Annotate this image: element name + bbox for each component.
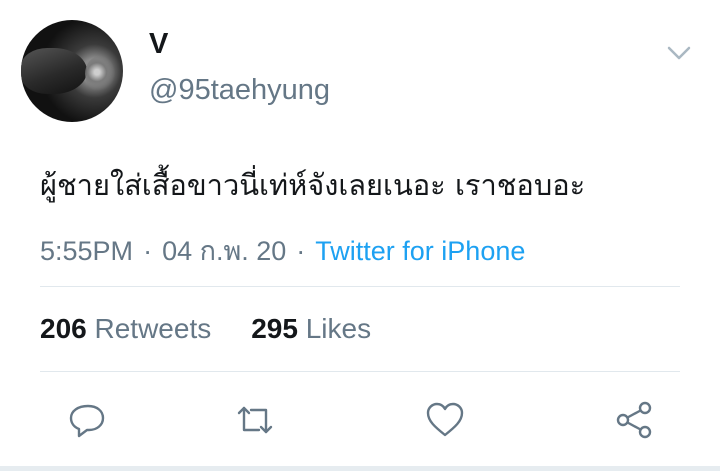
likes-stat[interactable]: 295 Likes	[251, 313, 371, 345]
likes-count: 295	[251, 313, 298, 344]
retweets-count: 206	[40, 313, 87, 344]
likes-label: Likes	[305, 313, 372, 344]
retweet-icon[interactable]	[235, 400, 275, 440]
tweet-stats: 206 Retweets 295 Likes	[40, 313, 411, 345]
tweet-time: 5:55PM	[40, 236, 134, 266]
user-handle[interactable]: @95taehyung	[149, 74, 330, 107]
share-icon[interactable]	[614, 400, 654, 440]
tweet-source-link[interactable]: Twitter for iPhone	[315, 236, 525, 266]
tweet-date: 04 ก.พ. 20	[162, 236, 287, 266]
reply-icon[interactable]	[67, 400, 107, 440]
divider	[40, 371, 680, 372]
retweets-stat[interactable]: 206 Retweets	[40, 313, 211, 345]
chevron-down-icon[interactable]	[664, 38, 694, 68]
meta-separator: ·	[143, 236, 153, 266]
user-display-name[interactable]: V	[149, 28, 168, 61]
tweet-meta: 5:55PM · 04 ก.พ. 20 · Twitter for iPhone	[40, 229, 525, 272]
tweet-text: ผู้ชายใส่เสื้อขาวนี่เท่ห์จังเลยเนอะ เราช…	[40, 168, 586, 202]
avatar-shade	[21, 48, 87, 94]
meta-separator: ·	[296, 236, 306, 266]
avatar-highlight	[85, 56, 115, 92]
retweets-label: Retweets	[94, 313, 212, 344]
avatar[interactable]	[21, 20, 123, 122]
heart-icon[interactable]	[425, 400, 465, 440]
divider	[40, 286, 680, 287]
bottom-separator	[0, 466, 720, 471]
